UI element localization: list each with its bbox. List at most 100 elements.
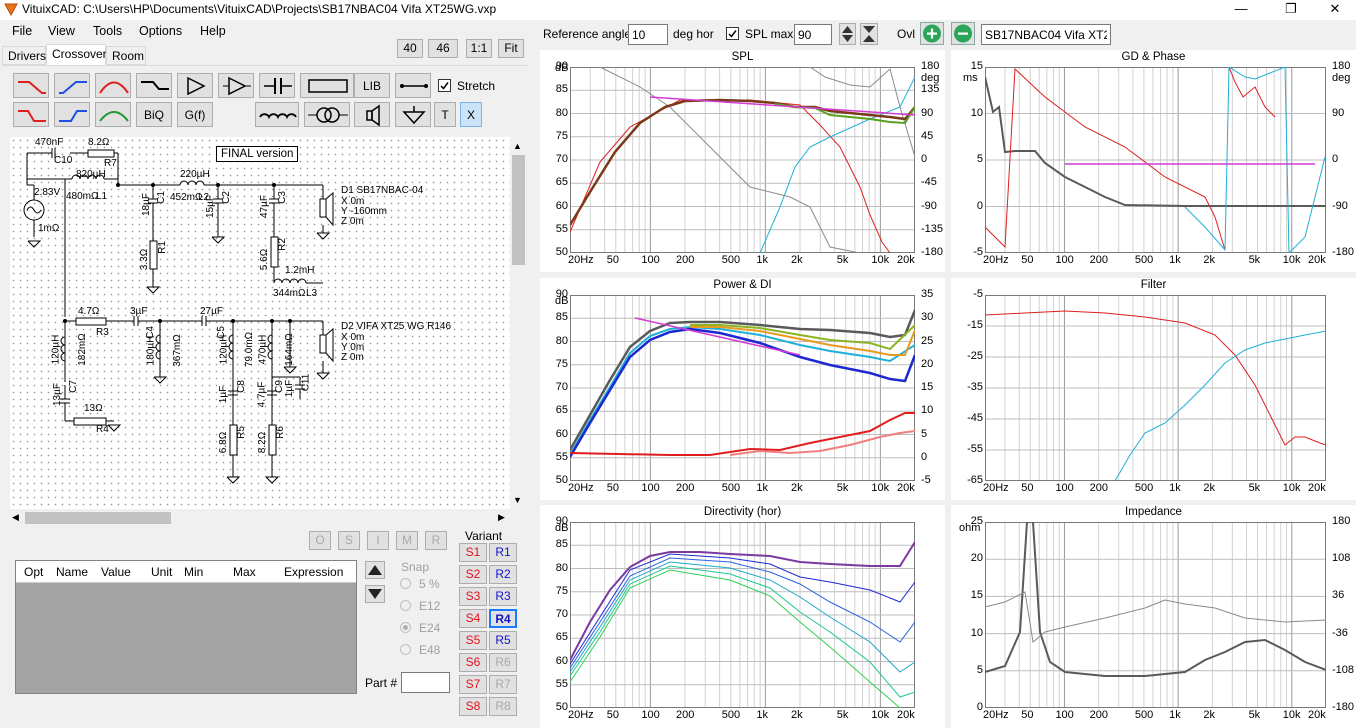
col-opt[interactable]: Opt (24, 565, 43, 579)
snap-radio-5pct[interactable] (400, 578, 411, 589)
impedance-panel[interactable]: Impedance ohm 25 20 15 10 5 0 180 108 36 -36 -108-… (951, 505, 1356, 728)
opt-s-button[interactable]: S (338, 531, 360, 550)
driver2-name[interactable]: D2 VIFA XT25 WG R146 (341, 321, 451, 332)
opt-i-button[interactable]: I (367, 531, 389, 550)
variant-s7-button[interactable]: S7 (459, 675, 487, 694)
power-di-panel[interactable]: Power & DI dB 90 85 80 75 70 65 60 55 50 35 30 25 20… (540, 278, 945, 500)
col-min[interactable]: Min (184, 565, 203, 579)
zoom-40-button[interactable]: 40 (397, 39, 423, 58)
vscroll-thumb[interactable] (512, 155, 525, 265)
spl-max-input[interactable] (794, 24, 832, 45)
schematic-note[interactable]: FINAL version (216, 146, 299, 162)
ovl-add-button[interactable] (920, 22, 944, 45)
tab-crossover[interactable]: Crossover (46, 44, 107, 65)
menu-help[interactable]: Help (200, 24, 226, 38)
highpass-1st-tool[interactable] (54, 73, 90, 98)
x-tool[interactable]: X (460, 102, 482, 127)
scroll-right-icon[interactable]: ▶ (498, 512, 505, 523)
opt-r-button[interactable]: R (425, 531, 447, 550)
variant-r7-button[interactable]: R7 (489, 675, 517, 694)
col-value[interactable]: Value (101, 565, 131, 579)
spl-panel[interactable]: SPL dB deg 90 85 80 75 70 65 60 55 50 180 135 90 45 0… (540, 50, 945, 272)
gd-phase-panel[interactable]: GD & Phase ms deg 15 10 5 0 -5 180 90 0 -90 -180 2… (951, 50, 1356, 272)
driver1-name[interactable]: D1 SB17NBAC-04 (341, 185, 423, 196)
variant-r8-button[interactable]: R8 (489, 697, 517, 716)
filter-xtick-label: 200 (1089, 482, 1109, 494)
hscroll-thumb[interactable] (25, 512, 171, 524)
schematic-canvas[interactable]: FINAL version 470nF C10 8.2Ω R7 820µH 48… (10, 137, 510, 509)
move-down-button[interactable] (365, 585, 385, 603)
menu-view[interactable]: View (48, 24, 75, 38)
variant-s6-button[interactable]: S6 (459, 653, 487, 672)
scroll-left-icon[interactable]: ◀ (12, 512, 19, 523)
highpass-2nd-tool[interactable] (54, 102, 90, 127)
variant-r1-button[interactable]: R1 (489, 543, 517, 562)
schematic-hscroll[interactable]: ◀ ▶ (10, 509, 510, 526)
library-tool[interactable]: LIB (354, 73, 390, 98)
notch-tool[interactable] (95, 102, 131, 127)
variant-s1-button[interactable]: S1 (459, 543, 487, 562)
menu-tools[interactable]: Tools (93, 24, 122, 38)
scroll-down-icon[interactable]: ▼ (513, 495, 522, 505)
col-max[interactable]: Max (233, 565, 256, 579)
optimizer-table[interactable]: Opt Name Value Unit Min Max Expression (15, 560, 357, 694)
ovl-remove-button[interactable] (951, 22, 975, 45)
variant-s3-button[interactable]: S3 (459, 587, 487, 606)
transformer-tool[interactable] (304, 102, 350, 127)
menu-options[interactable]: Options (139, 24, 182, 38)
variant-s8-button[interactable]: S8 (459, 697, 487, 716)
gf-tool[interactable]: G(f) (177, 102, 213, 127)
ref-angle-input[interactable] (628, 24, 668, 45)
lowpass-1st-tool[interactable] (13, 73, 49, 98)
part-number-input[interactable] (401, 672, 450, 693)
spl-max-checkbox[interactable] (726, 27, 739, 40)
close-button[interactable]: ✕ (1312, 0, 1356, 20)
variant-r2-button[interactable]: R2 (489, 565, 517, 584)
scroll-up-icon[interactable]: ▲ (513, 141, 522, 151)
variant-s4-button[interactable]: S4 (459, 609, 487, 628)
text-tool[interactable]: T (434, 102, 456, 127)
stretch-checkbox[interactable] (438, 79, 451, 92)
buffer-tool[interactable] (177, 73, 213, 98)
minimize-button[interactable]: — (1218, 0, 1264, 20)
inductor-tool[interactable] (255, 102, 299, 127)
menu-file[interactable]: File (12, 24, 32, 38)
maximize-button[interactable]: ❐ (1268, 0, 1314, 20)
zoom-46-button[interactable]: 46 (428, 39, 458, 58)
tab-room[interactable]: Room (106, 46, 146, 65)
snap-radio-e24[interactable] (400, 622, 411, 633)
opt-m-button[interactable]: M (396, 531, 418, 550)
zoom-fit-button[interactable]: Fit (498, 39, 524, 58)
shelf-tool[interactable] (136, 73, 172, 98)
variant-r5-button[interactable]: R5 (489, 631, 517, 650)
zoom-1-1-button[interactable]: 1:1 (466, 39, 492, 58)
opamp-tool[interactable] (218, 73, 254, 98)
variant-s2-button[interactable]: S2 (459, 565, 487, 584)
ovl-input[interactable] (981, 24, 1111, 45)
tab-drivers[interactable]: Drivers (2, 46, 46, 65)
col-unit[interactable]: Unit (151, 565, 172, 579)
lowpass-2nd-tool[interactable] (13, 102, 49, 127)
col-name[interactable]: Name (56, 565, 88, 579)
schematic-vscroll[interactable]: ▲ ▼ (510, 137, 527, 509)
variant-r3-button[interactable]: R3 (489, 587, 517, 606)
move-up-button[interactable] (365, 561, 385, 579)
wire-tool[interactable] (395, 73, 431, 98)
bandpass-tool[interactable] (95, 73, 131, 98)
variant-s5-button[interactable]: S5 (459, 631, 487, 650)
spl-max-spinner[interactable] (839, 23, 856, 45)
variant-r6-button[interactable]: R6 (489, 653, 517, 672)
capacitor-tool[interactable] (259, 73, 295, 98)
ground-tool[interactable] (395, 102, 431, 127)
snap-radio-e48[interactable] (400, 644, 411, 655)
directivity-panel[interactable]: Directivity (hor) dB 90 85 80 75 70 65 60 55 50 2… (540, 505, 945, 728)
variant-r4-button[interactable]: R4 (489, 609, 517, 628)
filter-panel[interactable]: Filter -5 -15 -25 -35 -45 -55 -65 20Hz 50 100 200 5… (951, 278, 1356, 500)
resistor-tool[interactable] (300, 73, 354, 98)
snap-radio-e12[interactable] (400, 600, 411, 611)
opt-o-button[interactable]: O (309, 531, 331, 550)
col-expression[interactable]: Expression (284, 565, 343, 579)
biquad-tool[interactable]: BiQ (136, 102, 172, 127)
driver-tool[interactable] (354, 102, 390, 127)
collapse-button[interactable] (860, 23, 878, 45)
